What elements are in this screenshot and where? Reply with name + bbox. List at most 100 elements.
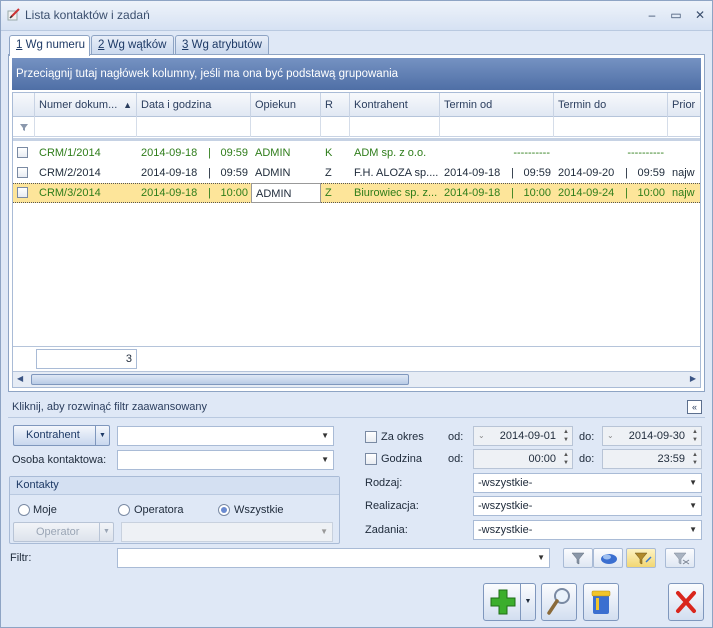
header-data[interactable]: Data i godzina xyxy=(137,93,251,117)
cell-time: 10:00 xyxy=(523,187,551,199)
add-button[interactable]: ▼ xyxy=(483,583,536,621)
header-termin-do[interactable]: Termin do xyxy=(554,93,668,117)
cell-numer: CRM/2/2014 xyxy=(39,167,101,179)
spinner-icon[interactable]: ▲ ▼ xyxy=(692,451,698,467)
maximize-button[interactable]: ▭ xyxy=(665,6,687,24)
cell-date: 2014-09-18 xyxy=(141,167,198,179)
cell-termin-od: 2014-09-18 | 09:59 xyxy=(440,163,554,183)
radio-moje[interactable] xyxy=(18,504,30,516)
filter-cell[interactable] xyxy=(554,117,668,137)
spinner-icon[interactable]: ▲ ▼ xyxy=(563,428,569,444)
table-row[interactable]: CRM/1/2014 2014-09-18 | 09:59 ADMIN K ADM … xyxy=(13,143,700,163)
filter-cell[interactable] xyxy=(668,117,700,137)
clear-filter-button[interactable] xyxy=(593,548,623,568)
header-numer[interactable]: Numer dokum... ▲ xyxy=(35,93,137,117)
filter-cell[interactable] xyxy=(321,117,350,137)
cell-sep: | xyxy=(208,167,211,179)
header-termin-od[interactable]: Termin od xyxy=(440,93,554,117)
table-row[interactable]: CRM/2/2014 2014-09-18 | 09:59 ADMIN Z F.H.… xyxy=(13,163,700,183)
rodzaj-combo[interactable]: -wszystkie- ▼ xyxy=(473,473,702,493)
filter-wizard-button[interactable] xyxy=(626,548,656,568)
sort-asc-icon: ▲ xyxy=(123,100,132,110)
cell-termin-do: 2014-09-24 | 10:00 xyxy=(554,183,668,203)
radio-wszystkie[interactable] xyxy=(218,504,230,516)
od-label: od: xyxy=(448,453,464,465)
filter-row-icon[interactable] xyxy=(13,117,35,137)
funnel-wand-icon xyxy=(634,552,652,565)
scroll-right-icon[interactable]: ▶ xyxy=(690,374,696,383)
header-checkbox-col[interactable] xyxy=(13,93,35,117)
spinner-icon[interactable]: ▲ ▼ xyxy=(692,428,698,444)
chevron-down-icon[interactable]: ▼ xyxy=(95,426,109,445)
scroll-left-icon[interactable]: ◀ xyxy=(17,374,23,383)
chevron-down-icon[interactable]: ▼ xyxy=(99,523,113,541)
table-row-selected[interactable]: CRM/3/2014 2014-09-18 | 10:00 ADMIN Z Biur… xyxy=(13,183,700,203)
funnel-icon xyxy=(20,124,28,131)
osoba-label: Osoba kontaktowa: xyxy=(12,454,107,466)
cell-opiekun: ADMIN xyxy=(255,147,291,159)
row-checkbox[interactable] xyxy=(17,167,28,178)
row-checkbox[interactable] xyxy=(17,187,28,198)
cell-termin-od: 2014-09-18 | 10:00 xyxy=(440,183,554,203)
date-to-value: 2014-09-30 xyxy=(628,430,685,442)
preview-button[interactable] xyxy=(541,583,577,621)
radio-operatora[interactable] xyxy=(118,504,130,516)
rodzaj-value: -wszystkie- xyxy=(478,477,533,489)
row-checkbox[interactable] xyxy=(17,147,28,158)
za-okres-checkbox[interactable] xyxy=(365,431,377,443)
horizontal-scrollbar[interactable]: ◀ ▶ xyxy=(13,371,700,387)
zadania-value: -wszystkie- xyxy=(478,524,533,536)
chevron-down-icon[interactable]: ▼ xyxy=(520,584,535,620)
close-window-button[interactable]: ✕ xyxy=(689,6,711,24)
filter-cell[interactable] xyxy=(35,117,137,137)
header-r[interactable]: R xyxy=(321,93,350,117)
cell-sep: | xyxy=(511,187,514,199)
tab-wg-atrybutow[interactable]: 3 Wg atrybutów xyxy=(175,35,269,55)
minimize-button[interactable]: – xyxy=(641,6,663,24)
rodzaj-label: Rodzaj: xyxy=(365,477,403,489)
filter-cell[interactable] xyxy=(251,117,321,137)
zadania-combo[interactable]: -wszystkie- ▼ xyxy=(473,520,702,540)
date-to-input[interactable]: ⌄ 2014-09-30 ▲ ▼ xyxy=(602,426,702,446)
cell-numer: CRM/3/2014 xyxy=(39,187,101,199)
cell-r: Z xyxy=(325,167,332,179)
cell-data: 2014-09-18 | 09:59 xyxy=(137,143,251,163)
cell-sep: | xyxy=(208,147,211,159)
osoba-combo[interactable]: ▼ xyxy=(117,450,334,470)
header-opiekun[interactable]: Opiekun xyxy=(251,93,321,117)
scrollbar-thumb[interactable] xyxy=(31,374,409,385)
cell-opiekun-focused[interactable]: ADMIN xyxy=(251,183,321,203)
group-by-area[interactable]: Przeciągnij tutaj nagłówek kolumny, jeśl… xyxy=(12,58,701,90)
operator-combo[interactable]: ▼ xyxy=(121,522,333,542)
time-from-input[interactable]: 00:00 ▲ ▼ xyxy=(473,449,573,469)
close-button[interactable] xyxy=(668,583,704,621)
realizacja-combo[interactable]: -wszystkie- ▼ xyxy=(473,496,702,516)
grid-header: Numer dokum... ▲ Data i godzina Opiekun R… xyxy=(13,93,700,117)
cell-date: 2014-09-18 xyxy=(444,187,501,199)
filtr-combo[interactable]: ▼ xyxy=(117,548,550,568)
collapse-icon[interactable]: « xyxy=(687,400,702,414)
filter-cell[interactable] xyxy=(440,117,554,137)
time-to-input[interactable]: 23:59 ▲ ▼ xyxy=(602,449,702,469)
spinner-icon[interactable]: ▲ ▼ xyxy=(563,451,569,467)
tab-wg-watkow[interactable]: 2 Wg wątków xyxy=(91,35,174,55)
date-from-input[interactable]: ⌄ 2014-09-01 ▲ ▼ xyxy=(473,426,573,446)
advanced-filter-toggle[interactable]: Kliknij, aby rozwinąć filtr zaawansowany… xyxy=(8,398,705,418)
header-kontrahent[interactable]: Kontrahent xyxy=(350,93,440,117)
godzina-checkbox[interactable] xyxy=(365,453,377,465)
delete-button[interactable] xyxy=(583,583,619,621)
chevron-down-icon: ▼ xyxy=(689,478,697,487)
filter-cell[interactable] xyxy=(350,117,440,137)
tab-wg-numeru[interactable]: 1 Wg numeru xyxy=(9,35,90,56)
filter-reset-button[interactable] xyxy=(665,548,695,568)
apply-filter-button[interactable] xyxy=(563,548,593,568)
cell-data: 2014-09-18 | 09:59 xyxy=(137,163,251,183)
header-prior[interactable]: Prior xyxy=(668,93,700,117)
kontrahent-button[interactable]: Kontrahent ▼ xyxy=(13,425,110,446)
cell-r: Z xyxy=(325,187,332,199)
operator-button[interactable]: Operator ▼ xyxy=(13,522,114,542)
za-okres-label: Za okres xyxy=(381,431,424,443)
kontrahent-combo[interactable]: ▼ xyxy=(117,426,334,446)
filter-cell[interactable] xyxy=(137,117,251,137)
time-from-value: 00:00 xyxy=(528,453,556,465)
